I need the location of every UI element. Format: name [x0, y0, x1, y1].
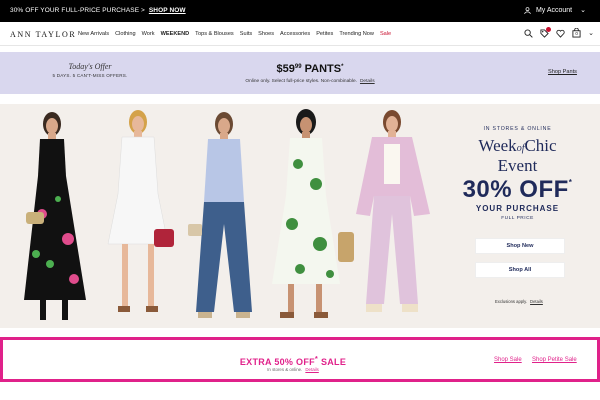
todays-offer-days: 5 DAYS. 5 CAN'T-MISS OFFERS.	[52, 73, 128, 78]
nav-item-new-arrivals[interactable]: New Arrivals	[78, 31, 109, 37]
nav-item-trending-now[interactable]: Trending Now	[339, 31, 374, 37]
offers-badge	[546, 26, 552, 32]
shop-pants-link[interactable]: Shop Pants	[548, 69, 577, 75]
sale-title-mark: *	[314, 354, 319, 363]
pants-fine-text: Online only. Select full-price styles. N…	[245, 79, 357, 84]
shop-sale-link[interactable]: Shop Sale	[494, 357, 522, 363]
shop-now-link[interactable]: SHOP NOW	[149, 7, 186, 14]
promo-bar: 30% OFF YOUR FULL-PRICE PURCHASE > SHOP …	[0, 0, 600, 22]
nav-icons: 0 ⌄	[524, 26, 594, 38]
shop-new-button[interactable]: Shop New	[475, 238, 565, 254]
search-icon[interactable]	[524, 28, 533, 38]
todays-offer-title: Today's Offer	[68, 62, 112, 71]
sale-sub-text: In stores & online.	[267, 367, 303, 372]
hero-title-week: Week	[478, 136, 517, 155]
pants-price: $5999 PANTS*	[230, 63, 390, 75]
hero-discount-value: 30% OFF	[462, 176, 569, 203]
pants-fine-print: Online only. Select full-price styles. N…	[230, 79, 390, 84]
chevron-down-icon[interactable]: ⌄	[588, 29, 594, 37]
pants-details-link[interactable]: Details	[360, 79, 375, 84]
hero-title-event: Event	[497, 156, 538, 175]
hero-exclusions: Exclusions apply. Details	[495, 299, 543, 304]
main-nav: ANN TAYLOR New Arrivals Clothing Work WE…	[0, 22, 600, 46]
sale-subtitle: In stores & online. Details	[203, 367, 383, 372]
hero-full-price: FULL PRICE	[501, 216, 534, 221]
model-5	[356, 110, 430, 312]
promo-offer-text: 30% OFF YOUR FULL-PRICE PURCHASE >	[10, 7, 145, 14]
sale-details-link[interactable]: Details	[305, 367, 318, 372]
logo[interactable]: ANN TAYLOR	[10, 30, 76, 39]
nav-item-weekend[interactable]: WEEKEND	[161, 31, 190, 37]
model-1	[24, 112, 86, 320]
user-icon	[524, 6, 531, 14]
shop-all-button[interactable]: Shop All	[475, 262, 565, 278]
hero-title-chic: Chic	[524, 136, 557, 155]
promo-text[interactable]: 30% OFF YOUR FULL-PRICE PURCHASE > SHOP …	[10, 7, 186, 14]
hero-discount-mark: *	[568, 178, 573, 187]
hero-kicker: IN STORES & ONLINE	[483, 126, 552, 132]
hero-copy: IN STORES & ONLINE WeekofChic Event 30% …	[455, 126, 580, 221]
hero-discount: 30% OFF*	[455, 176, 580, 204]
shop-petite-sale-link[interactable]: Shop Petite Sale	[532, 357, 577, 363]
nav-item-accessories[interactable]: Accessories	[280, 31, 310, 37]
model-2	[107, 110, 174, 312]
nav-item-work[interactable]: Work	[142, 31, 155, 37]
bag-count: 0	[575, 31, 578, 36]
sale-title-main: EXTRA 50% OFF	[239, 357, 315, 367]
sale-title: EXTRA 50% OFF* SALE	[203, 354, 383, 367]
nav-item-petites[interactable]: Petites	[316, 31, 333, 37]
nav-item-clothing[interactable]: Clothing	[115, 31, 136, 37]
nav-item-sale[interactable]: Sale	[380, 31, 391, 37]
my-account-label: My Account	[535, 6, 573, 14]
offers-button[interactable]	[540, 26, 552, 38]
hero-title: WeekofChic Event	[455, 137, 580, 174]
sale-banner[interactable]: EXTRA 50% OFF* SALE In stores & online. D…	[0, 337, 600, 382]
todays-offer-block: Today's Offer 5 DAYS. 5 CAN'T-MISS OFFER…	[48, 62, 132, 78]
pants-price-label: PANTS	[304, 63, 342, 75]
hero-banner[interactable]: IN STORES & ONLINE WeekofChic Event 30% …	[0, 104, 600, 328]
chevron-down-icon: ⌄	[580, 7, 586, 14]
pants-offer: $5999 PANTS* Online only. Select full-pr…	[230, 63, 390, 84]
pants-price-cents: 99	[294, 64, 302, 70]
nav-item-shoes[interactable]: Shoes	[258, 31, 274, 37]
nav-item-tops-blouses[interactable]: Tops & Blouses	[195, 31, 234, 37]
bag-button[interactable]: 0	[572, 28, 581, 38]
hero-your-purchase: YOUR PURCHASE	[475, 204, 560, 213]
todays-offer-band[interactable]: Today's Offer 5 DAYS. 5 CAN'T-MISS OFFER…	[0, 52, 600, 94]
hero-details-link[interactable]: Details	[530, 299, 543, 304]
model-3	[188, 112, 252, 318]
sale-title-sale: SALE	[320, 357, 347, 367]
exclusions-text: Exclusions apply.	[495, 299, 528, 304]
pants-price-dollars: $59	[276, 63, 295, 75]
model-4	[272, 109, 354, 318]
my-account-button[interactable]: My Account ⌄	[524, 6, 586, 14]
nav-item-suits[interactable]: Suits	[240, 31, 252, 37]
pants-price-mark: *	[341, 64, 344, 70]
heart-icon[interactable]	[556, 29, 565, 38]
nav-links: New Arrivals Clothing Work WEEKEND Tops …	[78, 31, 391, 37]
hero-models-image	[24, 109, 430, 320]
